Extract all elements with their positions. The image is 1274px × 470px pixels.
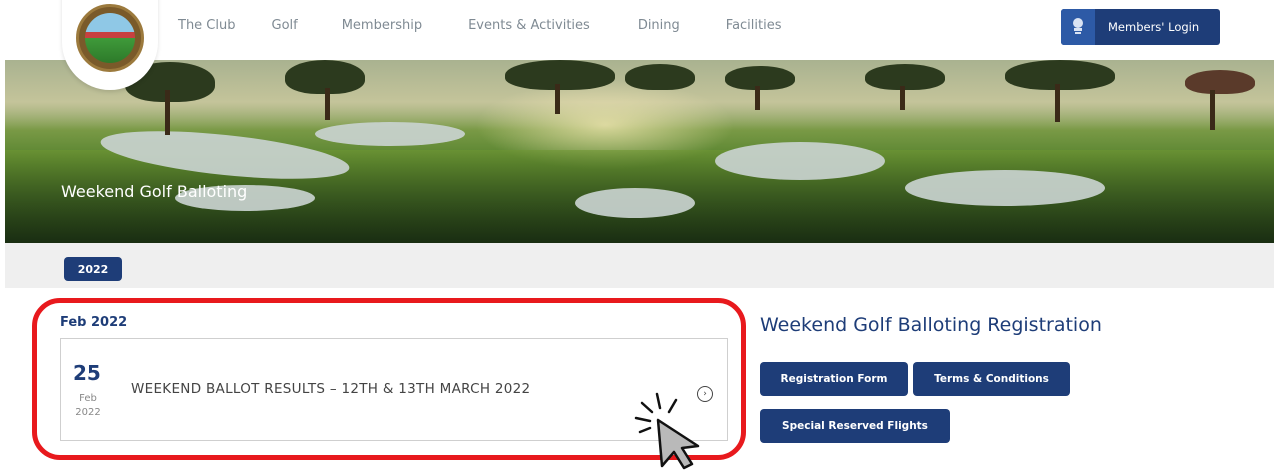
hero-title: Weekend Golf Balloting	[61, 182, 248, 201]
registration-form-button[interactable]: Registration Form	[760, 362, 908, 396]
cursor-pointer-icon	[628, 388, 708, 470]
special-reserved-flights-button[interactable]: Special Reserved Flights	[760, 409, 950, 443]
nav-item-golf[interactable]: Golf	[272, 18, 298, 33]
members-login-button[interactable]: Members' Login	[1061, 9, 1220, 45]
hero-banner: Weekend Golf Balloting	[5, 60, 1274, 243]
nav-item-the-club[interactable]: The Club	[178, 18, 236, 33]
top-navigation-bar: The Club Golf Membership Events & Activi…	[0, 0, 1274, 90]
club-logo-icon[interactable]	[76, 4, 144, 72]
year-filter-button[interactable]: 2022	[64, 257, 122, 281]
terms-conditions-button[interactable]: Terms & Conditions	[913, 362, 1070, 396]
year-filter-bar: 2022	[5, 243, 1274, 288]
date-day: 25	[73, 361, 101, 385]
date-year: 2022	[75, 407, 101, 418]
list-item-title[interactable]: WEEKEND BALLOT RESULTS – 12TH & 13TH MAR…	[131, 381, 530, 397]
date-month: Feb	[79, 393, 97, 404]
members-login-label: Members' Login	[1108, 20, 1200, 34]
members-login-icon	[1061, 9, 1095, 45]
nav-item-membership[interactable]: Membership	[342, 18, 422, 33]
registration-heading: Weekend Golf Balloting Registration	[760, 314, 1102, 336]
nav-item-events-activities[interactable]: Events & Activities	[468, 18, 590, 33]
main-nav: The Club Golf Membership Events & Activi…	[178, 18, 782, 33]
nav-item-facilities[interactable]: Facilities	[726, 18, 782, 33]
nav-item-dining[interactable]: Dining	[638, 18, 680, 33]
month-heading: Feb 2022	[60, 315, 128, 330]
